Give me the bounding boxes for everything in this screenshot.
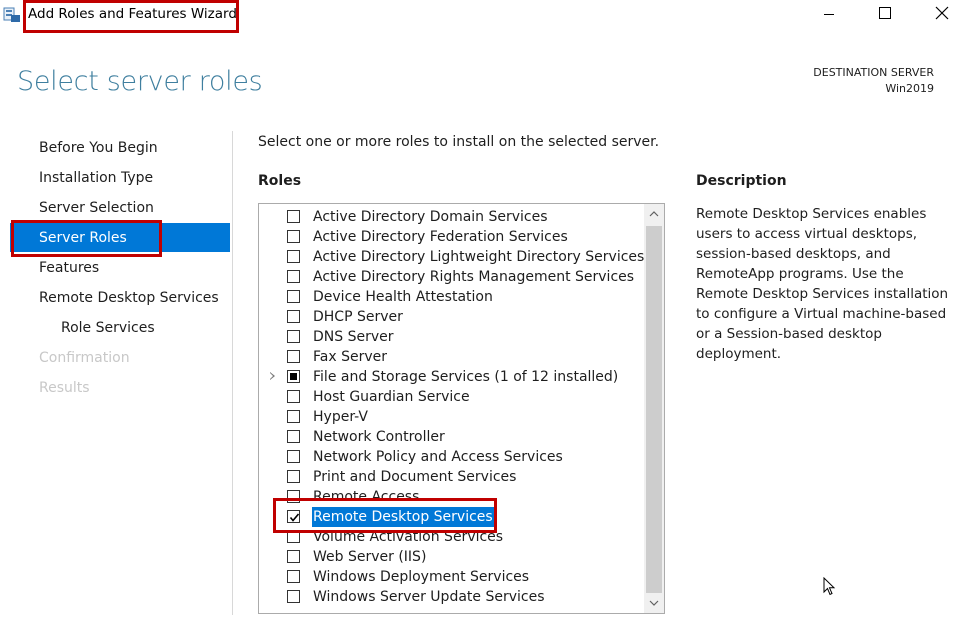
nav-item-results: Results [39,380,90,396]
role-label: Host Guardian Service [313,389,470,405]
role-label: Print and Document Services [313,469,517,485]
annotation-box-title [23,0,239,33]
role-checkbox[interactable] [287,270,300,283]
role-item[interactable]: DHCP Server [259,307,639,327]
page-title: Select server roles [17,66,263,97]
nav-item-server-selection[interactable]: Server Selection [39,200,154,216]
annotation-box-server-roles [11,220,162,257]
maximize-button[interactable] [862,0,908,30]
role-checkbox[interactable] [287,310,300,323]
nav-item-installation-type[interactable]: Installation Type [39,170,153,186]
role-checkbox[interactable] [287,570,300,583]
role-label: Device Health Attestation [313,289,493,305]
role-checkbox[interactable] [287,350,300,363]
role-checkbox[interactable] [287,410,300,423]
role-item[interactable]: Active Directory Rights Management Servi… [259,267,639,287]
role-label: Network Policy and Access Services [313,449,563,465]
role-item[interactable]: Device Health Attestation [259,287,639,307]
role-label: Active Directory Rights Management Servi… [313,269,635,285]
role-item[interactable]: DNS Server [259,327,639,347]
nav-item-role-services[interactable]: Role Services [61,320,155,336]
nav-item-before-you-begin[interactable]: Before You Begin [39,140,158,156]
role-checkbox[interactable] [287,470,300,483]
role-label: File and Storage Services (1 of 12 insta… [313,369,619,385]
mouse-cursor-icon [823,576,837,601]
role-item[interactable]: File and Storage Services (1 of 12 insta… [259,367,639,387]
nav-item-remote-desktop-services[interactable]: Remote Desktop Services [39,290,219,306]
description-text: Remote Desktop Services enables users to… [696,206,949,362]
role-label: Web Server (IIS) [313,549,427,565]
expand-arrow-icon[interactable] [270,372,275,380]
destination-server-name: Win2019 [885,82,934,95]
role-checkbox[interactable] [287,430,300,443]
role-label: DNS Server [313,329,394,345]
role-checkbox[interactable] [287,330,300,343]
role-label: Windows Server Update Services [313,589,545,605]
role-item[interactable]: Network Controller [259,427,639,447]
description-heading: Description [696,173,787,189]
role-checkbox[interactable] [287,370,300,383]
nav-item-features[interactable]: Features [39,260,99,276]
role-checkbox[interactable] [287,450,300,463]
minimize-button[interactable] [806,0,852,30]
server-manager-icon [3,5,21,23]
role-label: Active Directory Lightweight Directory S… [313,249,645,265]
role-item[interactable]: Fax Server [259,347,639,367]
scroll-thumb[interactable] [646,226,662,593]
role-checkbox[interactable] [287,290,300,303]
roles-heading: Roles [258,173,302,189]
scroll-down-icon[interactable] [644,593,664,613]
instruction-text: Select one or more roles to install on t… [258,134,660,150]
role-label: Hyper-V [313,409,368,425]
role-item[interactable]: Active Directory Domain Services [259,207,639,227]
scroll-up-icon[interactable] [644,204,664,224]
close-button[interactable] [918,0,964,30]
nav-divider [232,131,233,615]
annotation-box-remote-desktop-services [273,498,497,533]
destination-server-label: DESTINATION SERVER [813,66,934,79]
role-checkbox[interactable] [287,550,300,563]
role-item[interactable]: Active Directory Federation Services [259,227,639,247]
role-item[interactable]: Web Server (IIS) [259,547,639,567]
role-checkbox[interactable] [287,230,300,243]
role-item[interactable]: Active Directory Lightweight Directory S… [259,247,644,267]
role-label: Active Directory Domain Services [313,209,548,225]
role-item[interactable]: Print and Document Services [259,467,639,487]
roles-scrollbar[interactable] [644,204,664,613]
role-checkbox[interactable] [287,210,300,223]
role-checkbox[interactable] [287,250,300,263]
role-checkbox[interactable] [287,390,300,403]
role-item[interactable]: Windows Deployment Services [259,567,639,587]
role-label: Active Directory Federation Services [313,229,568,245]
role-label: Network Controller [313,429,445,445]
role-item[interactable]: Hyper-V [259,407,639,427]
role-label: Windows Deployment Services [313,569,530,585]
role-item[interactable]: Windows Server Update Services [259,587,639,607]
roles-list[interactable]: Active Directory Domain Services Active D… [258,203,665,614]
role-item[interactable]: Network Policy and Access Services [259,447,639,467]
nav-item-confirmation: Confirmation [39,350,130,366]
role-label: Fax Server [313,349,387,365]
role-checkbox[interactable] [287,590,300,603]
role-item[interactable]: Host Guardian Service [259,387,639,407]
role-label: DHCP Server [313,309,403,325]
